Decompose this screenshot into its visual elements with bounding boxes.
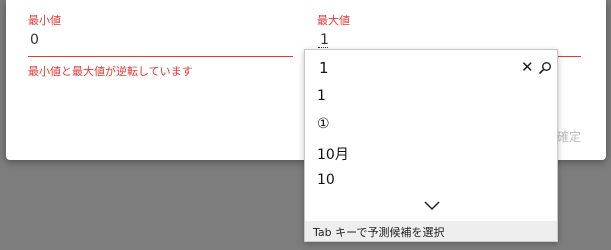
chevron-down-icon[interactable] bbox=[422, 198, 442, 212]
ime-candidate-3[interactable]: 10月 bbox=[317, 144, 349, 164]
max-value-label: 最大値 bbox=[317, 14, 350, 27]
min-value-label: 最小値 bbox=[28, 14, 61, 27]
ime-footer: Tab キーで予測候補を選択 bbox=[305, 221, 557, 241]
min-value-underline bbox=[28, 56, 293, 57]
ime-composition-text: 1 bbox=[319, 59, 329, 77]
ime-candidate-4[interactable]: 10 bbox=[317, 172, 335, 188]
ime-input-row: 1 ✕ bbox=[305, 50, 557, 86]
ime-candidate-2[interactable]: ① bbox=[317, 116, 330, 132]
max-value-input[interactable]: 1 bbox=[320, 32, 329, 48]
min-value-input[interactable]: 0 bbox=[30, 32, 39, 48]
ime-candidate-window: 1 ✕ 1 ① 10月 10 Tab キーで予測候補を選択 bbox=[304, 49, 558, 242]
ime-footer-hint: Tab キーで予測候補を選択 bbox=[313, 226, 445, 239]
close-icon[interactable]: ✕ bbox=[521, 58, 534, 76]
ime-candidate-1[interactable]: 1 bbox=[317, 88, 326, 104]
confirm-button[interactable]: 確定 bbox=[557, 128, 581, 145]
search-icon[interactable] bbox=[538, 60, 552, 75]
range-error-message: 最小値と最大値が逆転しています bbox=[28, 65, 193, 78]
